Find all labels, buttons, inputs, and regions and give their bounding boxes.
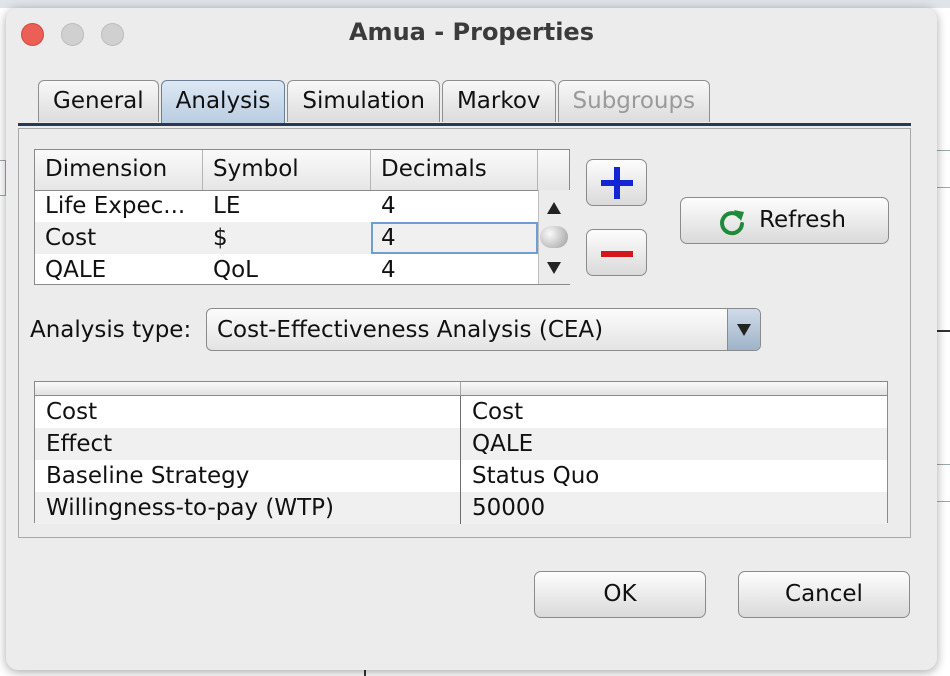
background-divider <box>936 330 950 332</box>
column-header-decimals[interactable]: Decimals <box>371 150 538 190</box>
properties-table-header <box>35 382 887 396</box>
refresh-button[interactable]: Refresh <box>680 197 889 244</box>
minus-icon <box>601 251 633 257</box>
property-name-cell: Effect <box>35 428 461 460</box>
dimension-cell[interactable]: Cost <box>35 222 203 254</box>
remove-dimension-button[interactable] <box>586 229 647 276</box>
tab-subgroups: Subgroups <box>557 80 711 122</box>
dimensions-scrollbar[interactable] <box>538 190 570 284</box>
chevron-down-icon <box>737 324 751 336</box>
table-row[interactable]: Effect QALE <box>35 428 887 460</box>
table-row[interactable]: Life Expec... LE 4 <box>35 190 538 222</box>
symbol-cell[interactable]: $ <box>203 222 371 254</box>
table-row[interactable]: Cost $ 4 <box>35 222 538 254</box>
plus-icon <box>614 167 620 199</box>
dimensions-table-header: Dimension Symbol Decimals <box>35 150 538 191</box>
property-name-cell: Willingness-to-pay (WTP) <box>35 492 461 524</box>
window-title: Amua - Properties <box>348 18 594 46</box>
scroll-down-icon[interactable] <box>547 262 561 274</box>
tab-simulation[interactable]: Simulation <box>287 80 440 122</box>
symbol-cell[interactable]: QoL <box>203 254 371 286</box>
table-row[interactable]: Willingness-to-pay (WTP) 50000 <box>35 492 887 524</box>
decimals-cell[interactable]: 4 <box>371 254 538 286</box>
symbol-cell[interactable]: LE <box>203 190 371 222</box>
scroll-up-icon[interactable] <box>547 202 561 214</box>
column-header-symbol[interactable]: Symbol <box>203 150 371 190</box>
background-window-toolbar <box>0 0 950 8</box>
header-divider <box>460 382 461 395</box>
ok-button[interactable]: OK <box>534 571 706 618</box>
scroll-thumb[interactable] <box>540 226 568 248</box>
column-header-dimension[interactable]: Dimension <box>35 150 203 190</box>
cancel-button[interactable]: Cancel <box>738 571 910 618</box>
property-value-cell[interactable]: Cost <box>461 396 887 428</box>
property-name-cell: Cost <box>35 396 461 428</box>
add-dimension-button[interactable] <box>586 159 647 206</box>
property-value-cell[interactable]: 50000 <box>461 492 887 524</box>
analysis-type-label: Analysis type: <box>30 317 192 343</box>
decimals-cell-editing[interactable]: 4 <box>371 222 538 254</box>
property-value-cell[interactable]: Status Quo <box>461 460 887 492</box>
dimension-cell[interactable]: QALE <box>35 254 203 286</box>
tab-general[interactable]: General <box>38 80 159 122</box>
dropdown-button[interactable] <box>727 309 760 350</box>
decimals-cell[interactable]: 4 <box>371 190 538 222</box>
analysis-properties-table: Cost Cost Effect QALE Baseline Strategy … <box>34 381 888 524</box>
title-bar: Amua - Properties <box>6 8 937 60</box>
table-row[interactable]: QALE QoL 4 <box>35 254 538 286</box>
property-name-cell: Baseline Strategy <box>35 460 461 492</box>
tab-bar: General Analysis Simulation Markov Subgr… <box>38 80 712 124</box>
refresh-icon <box>720 210 744 236</box>
table-row[interactable]: Baseline Strategy Status Quo <box>35 460 887 492</box>
tab-underline <box>18 123 911 126</box>
properties-dialog: Amua - Properties General Analysis Simul… <box>6 8 937 670</box>
analysis-type-select[interactable]: Cost-Effectiveness Analysis (CEA) <box>206 308 761 351</box>
analysis-type-value: Cost-Effectiveness Analysis (CEA) <box>217 317 604 343</box>
refresh-label: Refresh <box>759 207 846 233</box>
property-value-cell[interactable]: QALE <box>461 428 887 460</box>
dimensions-table: Dimension Symbol Decimals Life Expec... … <box>34 149 570 285</box>
table-header-corner <box>538 150 569 191</box>
table-row[interactable]: Cost Cost <box>35 396 887 428</box>
tab-markov[interactable]: Markov <box>441 80 556 122</box>
tab-analysis[interactable]: Analysis <box>160 80 286 124</box>
dimension-cell[interactable]: Life Expec... <box>35 190 203 222</box>
